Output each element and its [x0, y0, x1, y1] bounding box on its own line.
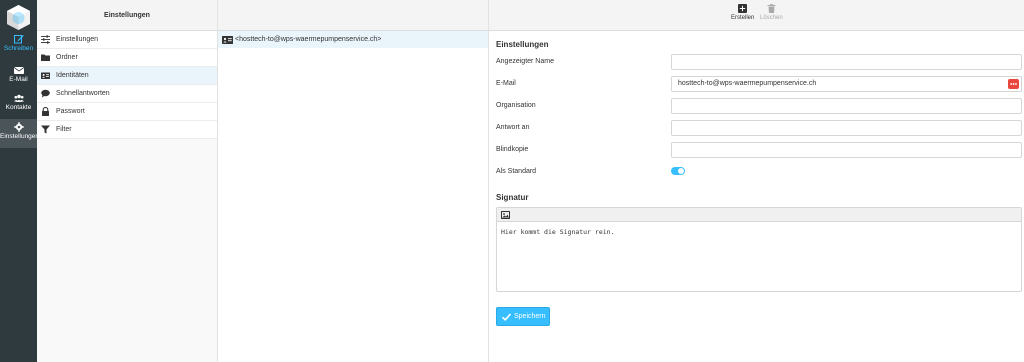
- signature-editor[interactable]: Hier kommt die Signatur rein.: [496, 207, 1022, 292]
- toolbar: Erstellen Löschen: [489, 0, 1024, 31]
- identities-list-header: [218, 0, 488, 31]
- sliders-icon: [41, 35, 50, 44]
- default-label: Als Standard: [496, 168, 537, 175]
- mail-label: E-Mail: [9, 76, 28, 83]
- save-button[interactable]: Speichern: [496, 307, 550, 326]
- email-label: E-Mail: [496, 80, 516, 87]
- id-card-icon: [41, 72, 50, 79]
- users-icon: [13, 94, 24, 102]
- sidebar-item-label: Passwort: [56, 108, 85, 115]
- create-label: Erstellen: [731, 15, 755, 21]
- image-icon[interactable]: [501, 211, 510, 219]
- contacts-label: Kontakte: [5, 104, 32, 111]
- sidebar-item-label: Filter: [56, 126, 72, 133]
- compose-label: Schreiben: [3, 45, 34, 52]
- organization-input[interactable]: [671, 98, 1022, 114]
- sidebar-item-responses[interactable]: Schnellantworten: [37, 85, 217, 103]
- reply-to-label: Antwort an: [496, 124, 530, 131]
- sidebar-item-filters[interactable]: Filter: [37, 121, 217, 139]
- settings-sidebar: Einstellungen Einstellungen Ordner Ident…: [37, 0, 218, 362]
- settings-section-title: Einstellungen: [496, 40, 549, 49]
- save-label: Speichern: [514, 313, 546, 320]
- delete-button[interactable]: Löschen: [760, 4, 783, 21]
- sidebar-item-label: Schnellantworten: [56, 90, 110, 97]
- identities-list: <hosttech-to@wps-waermepumpenservice.ch>: [218, 0, 489, 362]
- settings-label: Einstellungen: [0, 133, 40, 140]
- bcc-input[interactable]: [671, 142, 1022, 158]
- organization-label: Organisation: [496, 102, 536, 109]
- plus-square-icon: [738, 4, 748, 13]
- id-card-icon: [222, 35, 233, 44]
- bcc-label: Blindkopie: [496, 146, 529, 153]
- identity-editor: Erstellen Löschen Einstellungen Angezeig…: [489, 0, 1024, 362]
- default-toggle[interactable]: [671, 167, 685, 175]
- display-name-label: Angezeigter Name: [496, 58, 554, 65]
- compose-button[interactable]: Schreiben: [0, 31, 37, 57]
- speech-bubble-icon: [41, 89, 50, 98]
- checkmark-icon: [502, 312, 511, 321]
- gear-icon: [13, 122, 24, 132]
- identity-row[interactable]: <hosttech-to@wps-waermepumpenservice.ch>: [218, 31, 488, 48]
- delete-label: Löschen: [760, 15, 783, 21]
- settings-button[interactable]: Einstellungen: [0, 119, 40, 148]
- identity-label: <hosttech-to@wps-waermepumpenservice.ch>: [235, 36, 382, 43]
- sidebar-item-password[interactable]: Passwort: [37, 103, 217, 121]
- mail-button[interactable]: E-Mail: [0, 62, 37, 88]
- display-name-input[interactable]: [671, 54, 1022, 70]
- sidebar-title: Einstellungen: [37, 0, 217, 31]
- sidebar-item-folders[interactable]: Ordner: [37, 49, 217, 67]
- create-button[interactable]: Erstellen: [731, 4, 754, 21]
- folder-icon: [41, 54, 50, 61]
- more-options-icon[interactable]: [1008, 79, 1019, 89]
- sidebar-item-label: Einstellungen: [56, 36, 99, 43]
- contacts-button[interactable]: Kontakte: [0, 90, 37, 116]
- email-value: hosttech-to@wps-waermepumpenservice.ch: [678, 80, 817, 87]
- logo-icon: [7, 5, 30, 30]
- pencil-square-icon: [13, 35, 24, 44]
- reply-to-input[interactable]: [671, 120, 1022, 136]
- funnel-icon: [41, 125, 50, 134]
- email-input[interactable]: hosttech-to@wps-waermepumpenservice.ch: [671, 76, 1022, 92]
- taskbar: Schreiben E-Mail Kontakte Einstellungen: [0, 0, 40, 362]
- sidebar-item-preferences[interactable]: Einstellungen: [37, 31, 217, 49]
- lock-icon: [42, 107, 49, 116]
- sidebar-item-label: Ordner: [56, 54, 78, 61]
- editor-toolbar: [497, 208, 1021, 222]
- sidebar-item-identities[interactable]: Identitäten: [37, 67, 217, 85]
- envelope-icon: [13, 67, 24, 74]
- sidebar-item-label: Identitäten: [56, 72, 89, 79]
- signature-text[interactable]: Hier kommt die Signatur rein.: [497, 222, 1021, 242]
- trash-icon: [767, 4, 776, 13]
- signature-section-title: Signatur: [496, 193, 529, 202]
